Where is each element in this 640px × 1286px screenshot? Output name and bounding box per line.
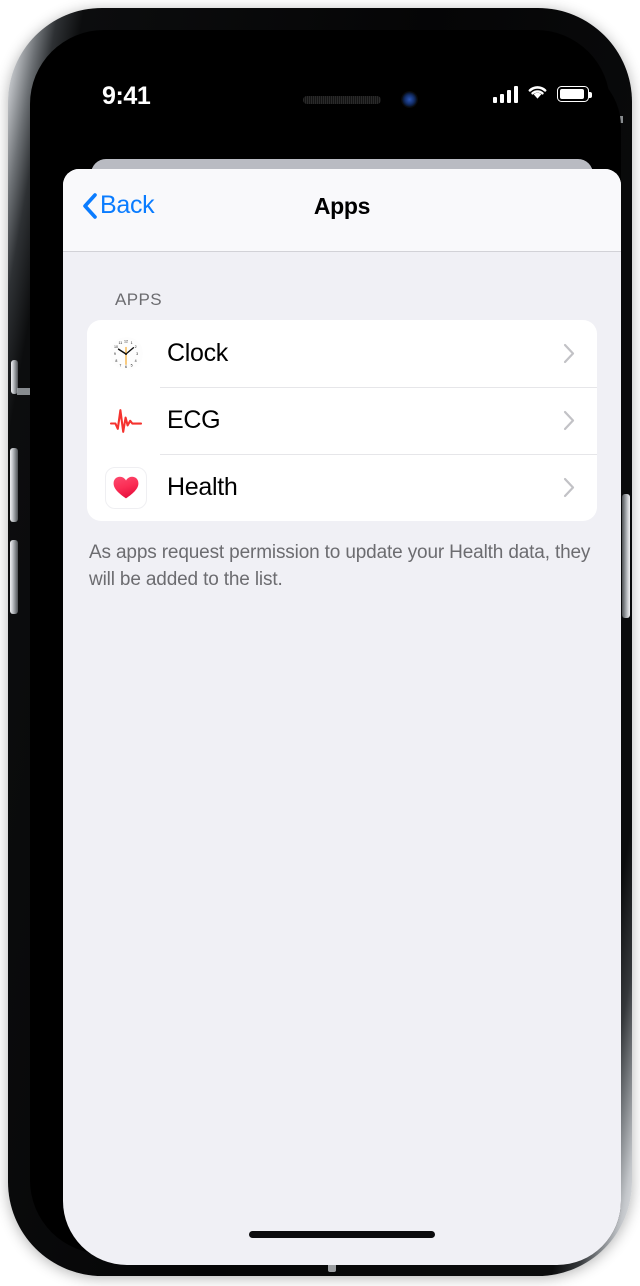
svg-text:9: 9 [114, 352, 116, 356]
list-item-label: ECG [167, 406, 221, 434]
health-app-icon [105, 466, 147, 509]
chevron-right-icon [563, 343, 575, 364]
footer-note: As apps request permission to update you… [89, 542, 591, 590]
phone-bezel: 9:41 Back Apps APPS 12 1 2 3 4 5 6 7 8 9… [30, 30, 621, 1265]
ecg-app-icon [105, 400, 147, 442]
modal-sheet: Back Apps APPS 12 1 2 3 4 5 6 7 8 9 10 1… [63, 169, 621, 1265]
phone-screen: 9:41 Back Apps APPS 12 1 2 3 4 5 6 7 8 9… [63, 63, 621, 1265]
front-camera-icon [402, 92, 417, 107]
heart-icon [113, 476, 139, 498]
svg-text:4: 4 [135, 359, 137, 363]
clock-app-icon: 12 1 2 3 4 5 6 7 8 9 10 11 [105, 333, 147, 375]
speaker-grille-icon [303, 96, 381, 104]
list-item-label: Clock [167, 339, 229, 367]
list-item-label: Health [167, 473, 238, 501]
svg-text:12: 12 [124, 339, 128, 343]
section-header-apps: APPS [115, 290, 162, 309]
content-area: APPS 12 1 2 3 4 5 6 7 8 9 10 11 Clock EC… [63, 252, 621, 593]
battery-icon [557, 86, 592, 102]
svg-text:2: 2 [135, 345, 137, 349]
svg-text:3: 3 [136, 352, 138, 356]
list-item-clock[interactable]: 12 1 2 3 4 5 6 7 8 9 10 11 Clock [87, 320, 597, 387]
notch [231, 63, 453, 97]
chevron-right-icon [563, 410, 575, 431]
home-indicator[interactable] [249, 1231, 435, 1238]
wifi-icon [526, 83, 549, 105]
svg-text:10: 10 [114, 345, 118, 349]
status-bar-time: 9:41 [102, 82, 151, 110]
phone-frame: 9:41 Back Apps APPS 12 1 2 3 4 5 6 7 8 9… [8, 8, 632, 1276]
svg-text:6: 6 [125, 364, 127, 368]
svg-text:7: 7 [119, 363, 121, 367]
svg-text:1: 1 [131, 341, 133, 345]
svg-text:5: 5 [131, 363, 133, 367]
status-bar-indicators [492, 82, 592, 106]
cellular-signal-icon [492, 85, 518, 103]
power-button[interactable] [622, 494, 630, 618]
volume-down-button[interactable] [10, 540, 18, 614]
page-title: Apps [313, 193, 371, 219]
svg-text:11: 11 [119, 341, 123, 345]
apps-list: 12 1 2 3 4 5 6 7 8 9 10 11 Clock ECG Hea… [87, 320, 597, 521]
chevron-right-icon [563, 477, 575, 498]
list-item-health[interactable]: Health [87, 454, 597, 521]
battery-fill [560, 89, 584, 99]
list-item-ecg[interactable]: ECG [87, 387, 597, 454]
svg-text:8: 8 [115, 359, 117, 363]
volume-up-button[interactable] [10, 448, 18, 522]
status-bar: 9:41 [63, 63, 621, 137]
antenna-band-left [17, 388, 31, 395]
navigation-bar: Back Apps [63, 169, 621, 252]
